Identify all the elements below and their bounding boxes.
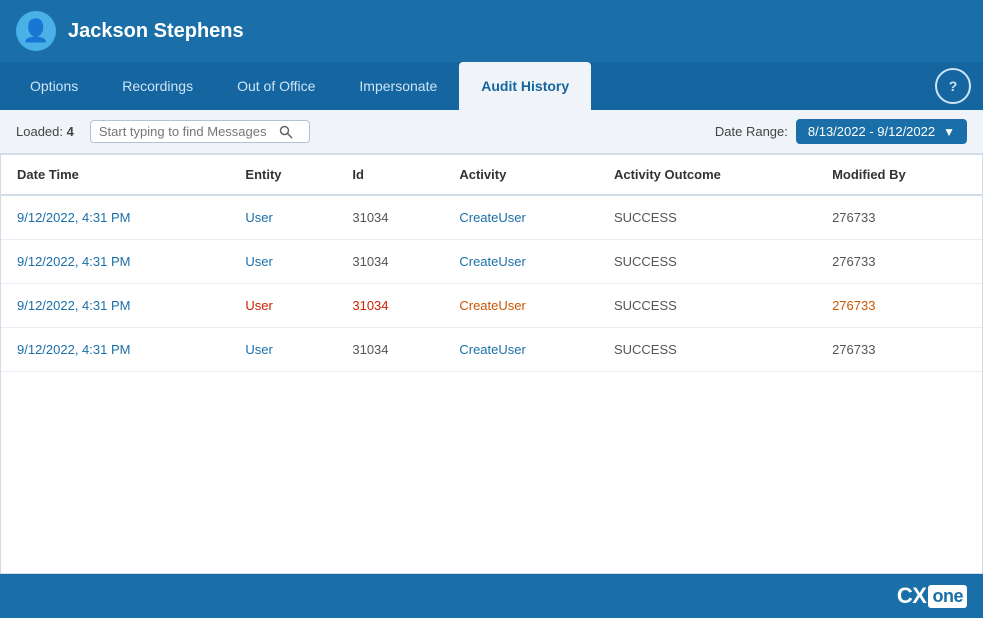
id-link: 31034: [352, 254, 388, 269]
entity-link[interactable]: User: [245, 254, 272, 269]
cell-activity: CreateUser: [443, 240, 598, 284]
logo-cx-text: CX: [897, 583, 927, 609]
col-id: Id: [336, 155, 443, 195]
id-link: 31034: [352, 210, 388, 225]
cell-activity-outcome: SUCCESS: [598, 284, 816, 328]
cell-modified-by: 276733: [816, 240, 982, 284]
activity-link[interactable]: CreateUser: [459, 342, 525, 357]
tab-out-of-office[interactable]: Out of Office: [215, 62, 337, 110]
audit-table: Date Time Entity Id Activity Activity Ou…: [1, 155, 982, 372]
date-range-button[interactable]: 8/13/2022 - 9/12/2022 ▼: [796, 119, 967, 144]
avatar: 👤: [16, 11, 56, 51]
footer: CX one: [0, 574, 983, 618]
search-wrapper: [90, 120, 310, 143]
col-activity: Activity: [443, 155, 598, 195]
cell-activity-outcome: SUCCESS: [598, 195, 816, 240]
tab-impersonate[interactable]: Impersonate: [337, 62, 459, 110]
id-link[interactable]: 31034: [352, 298, 388, 313]
date-time-link[interactable]: 9/12/2022, 4:31 PM: [17, 254, 130, 269]
header: 👤 Jackson Stephens: [0, 0, 983, 62]
loaded-label: Loaded: 4: [16, 124, 74, 139]
search-icon-button[interactable]: [279, 125, 293, 139]
loaded-count: 4: [67, 124, 74, 139]
table-container: Date Time Entity Id Activity Activity Ou…: [0, 154, 983, 574]
id-link: 31034: [352, 342, 388, 357]
search-input[interactable]: [99, 124, 279, 139]
activity-link[interactable]: CreateUser: [459, 298, 525, 313]
toolbar: Loaded: 4 Date Range: 8/13/2022 - 9/12/2…: [0, 110, 983, 154]
nav-spacer: [591, 62, 935, 110]
col-activity-outcome: Activity Outcome: [598, 155, 816, 195]
cell-activity-outcome: SUCCESS: [598, 240, 816, 284]
date-range-label: Date Range:: [715, 124, 788, 139]
activity-link[interactable]: CreateUser: [459, 210, 525, 225]
col-entity: Entity: [229, 155, 336, 195]
cell-entity: User: [229, 240, 336, 284]
tab-recordings[interactable]: Recordings: [100, 62, 215, 110]
loaded-prefix: Loaded:: [16, 124, 63, 139]
table-header-row: Date Time Entity Id Activity Activity Ou…: [1, 155, 982, 195]
table-row[interactable]: 9/12/2022, 4:31 PM User 31034 CreateUser SUC…: [1, 195, 982, 240]
table-row[interactable]: 9/12/2022, 4:31 PM User 31034 CreateUser SUC…: [1, 240, 982, 284]
cell-id: 31034: [336, 195, 443, 240]
cell-activity: CreateUser: [443, 195, 598, 240]
tab-audit-history[interactable]: Audit History: [459, 62, 591, 110]
cell-entity: User: [229, 328, 336, 372]
cell-activity: CreateUser: [443, 328, 598, 372]
chevron-down-icon: ▼: [943, 125, 955, 139]
cell-date-time: 9/12/2022, 4:31 PM: [1, 240, 229, 284]
help-button[interactable]: ?: [935, 68, 971, 104]
nav-bar: Options Recordings Out of Office Imperso…: [0, 62, 983, 110]
date-time-link[interactable]: 9/12/2022, 4:31 PM: [17, 342, 130, 357]
cell-modified-by: 276733: [816, 284, 982, 328]
col-modified-by: Modified By: [816, 155, 982, 195]
cell-id: 31034: [336, 328, 443, 372]
cell-date-time: 9/12/2022, 4:31 PM: [1, 328, 229, 372]
cell-modified-by: 276733: [816, 195, 982, 240]
activity-link[interactable]: CreateUser: [459, 254, 525, 269]
entity-link[interactable]: User: [245, 342, 272, 357]
cell-modified-by: 276733: [816, 328, 982, 372]
entity-link[interactable]: User: [245, 298, 272, 313]
modified-by-value[interactable]: 276733: [832, 298, 875, 313]
date-time-link[interactable]: 9/12/2022, 4:31 PM: [17, 298, 130, 313]
cell-activity-outcome: SUCCESS: [598, 328, 816, 372]
entity-link[interactable]: User: [245, 210, 272, 225]
nav-options[interactable]: Options: [8, 62, 100, 110]
table-row[interactable]: 9/12/2022, 4:31 PM User 31034 CreateUser SUC…: [1, 284, 982, 328]
logo-box-text: one: [928, 585, 967, 608]
cell-date-time: 9/12/2022, 4:31 PM: [1, 284, 229, 328]
table-row[interactable]: 9/12/2022, 4:31 PM User 31034 CreateUser SUC…: [1, 328, 982, 372]
cxone-logo: CX one: [897, 583, 967, 609]
cell-id: 31034: [336, 240, 443, 284]
search-icon: [279, 125, 293, 139]
date-time-link[interactable]: 9/12/2022, 4:31 PM: [17, 210, 130, 225]
cell-activity: CreateUser: [443, 284, 598, 328]
date-range-value: 8/13/2022 - 9/12/2022: [808, 124, 935, 139]
cell-entity: User: [229, 284, 336, 328]
modified-by-value: 276733: [832, 210, 875, 225]
user-name: Jackson Stephens: [68, 20, 244, 43]
modified-by-value: 276733: [832, 342, 875, 357]
modified-by-value: 276733: [832, 254, 875, 269]
cell-id: 31034: [336, 284, 443, 328]
col-date-time: Date Time: [1, 155, 229, 195]
cell-entity: User: [229, 195, 336, 240]
cell-date-time: 9/12/2022, 4:31 PM: [1, 195, 229, 240]
user-avatar-icon: 👤: [22, 20, 49, 42]
